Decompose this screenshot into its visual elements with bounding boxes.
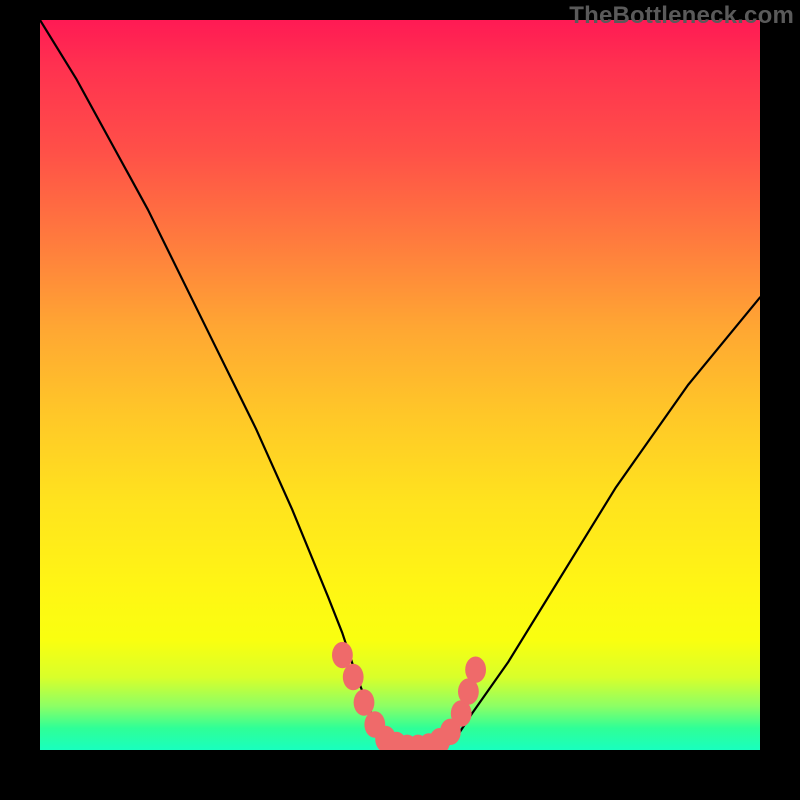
chart-frame: TheBottleneck.com [0, 0, 800, 800]
chart-svg [40, 20, 760, 750]
curve-marker [354, 689, 375, 715]
chart-plot-area [40, 20, 760, 750]
curve-markers [332, 642, 486, 750]
curve-marker [343, 664, 364, 690]
curve-marker [465, 657, 486, 683]
curve-marker [332, 642, 353, 668]
watermark-text: TheBottleneck.com [569, 2, 794, 30]
bottleneck-curve [40, 20, 760, 750]
